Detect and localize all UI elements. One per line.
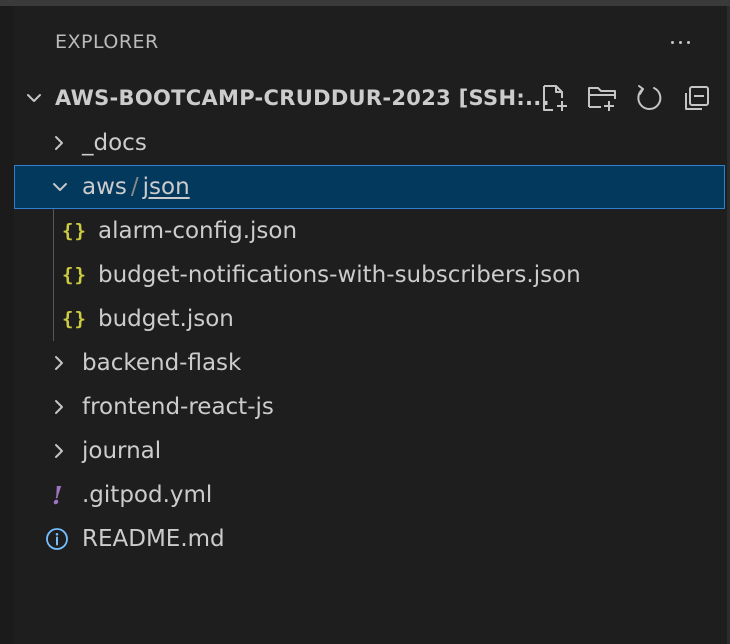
folder-segment-aws[interactable]: aws (82, 174, 127, 200)
chevron-right-icon (48, 396, 70, 418)
window-top-strip (0, 0, 730, 6)
tree-item-frontend-react-js[interactable]: frontend-react-js (14, 385, 725, 429)
tree-item-label: _docs (82, 130, 147, 156)
tree-item-aws-json[interactable]: aws / json (14, 165, 725, 209)
json-file-icon: {} (62, 308, 87, 330)
tree-item-readme[interactable]: README.md (14, 517, 725, 561)
collapse-all-icon[interactable] (682, 83, 712, 113)
tree-item-label: frontend-react-js (82, 394, 274, 420)
chevron-right-icon (48, 440, 70, 462)
tree-item-label: alarm-config.json (98, 218, 298, 244)
path-separator: / (130, 174, 139, 200)
explorer-title: EXPLORER (55, 31, 159, 53)
tree-item-label: .gitpod.yml (82, 482, 213, 508)
ellipsis-icon[interactable] (664, 30, 696, 54)
info-icon (45, 527, 69, 551)
new-folder-icon[interactable] (587, 83, 617, 113)
tree-item-label: backend-flask (82, 350, 242, 376)
chevron-right-icon (48, 132, 70, 154)
chevron-right-icon (48, 352, 70, 374)
tree-item-docs[interactable]: _docs (14, 121, 725, 165)
folder-segment-json[interactable]: json (143, 174, 190, 200)
tree-item-budget[interactable]: {} budget.json (14, 297, 725, 341)
yml-file-icon: ! (52, 480, 63, 510)
tree-item-compact-label: aws / json (82, 165, 190, 209)
workspace-root-row[interactable]: AWS-BOOTCAMP-CRUDDUR-2023 [SSH:... (14, 76, 725, 120)
chevron-down-icon (49, 176, 71, 198)
tree-item-label: budget-notifications-with-subscribers.js… (98, 262, 581, 288)
tree-item-backend-flask[interactable]: backend-flask (14, 341, 725, 385)
tree-item-alarm-config[interactable]: {} alarm-config.json (14, 209, 725, 253)
chevron-down-icon (23, 87, 45, 109)
tree-item-gitpod-yml[interactable]: ! .gitpod.yml (14, 473, 725, 517)
activity-bar-edge (0, 6, 14, 644)
json-file-icon: {} (62, 264, 87, 286)
tree-item-label: README.md (82, 526, 225, 552)
tree-item-label: budget.json (98, 306, 234, 332)
json-file-icon: {} (62, 220, 87, 242)
workspace-root-label: AWS-BOOTCAMP-CRUDDUR-2023 [SSH:... (55, 86, 550, 110)
refresh-icon[interactable] (634, 83, 664, 113)
new-file-icon[interactable] (540, 83, 570, 113)
tree-item-budget-notifications[interactable]: {} budget-notifications-with-subscribers… (14, 253, 725, 297)
tree-item-journal[interactable]: journal (14, 429, 725, 473)
tree-item-label: journal (82, 438, 162, 464)
